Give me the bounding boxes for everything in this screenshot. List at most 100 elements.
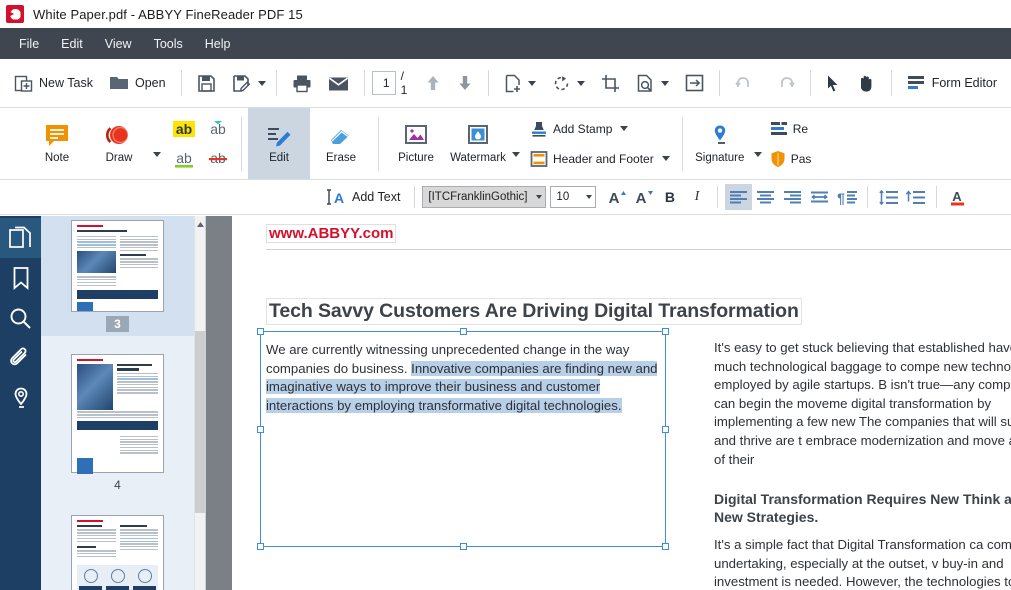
resize-handle-w[interactable]	[257, 426, 264, 433]
header-and-footer-icon	[530, 150, 548, 168]
ribbon-signature-dropdown[interactable]	[751, 108, 762, 179]
ribbon-watermark-dropdown[interactable]	[509, 108, 520, 179]
ribbon-textcolor-button[interactable]: ab	[202, 115, 234, 143]
split-document-button[interactable]	[677, 66, 712, 100]
ribbon-password-button[interactable]: Pas	[764, 146, 818, 172]
ribbon-draw-dropdown[interactable]	[150, 108, 161, 179]
menu-edit[interactable]: Edit	[50, 33, 94, 55]
font-size-select[interactable]: 10	[550, 186, 596, 208]
ribbon-add-stamp-button[interactable]: Add Stamp	[524, 116, 676, 142]
rail-item-attachments[interactable]	[0, 338, 41, 378]
thumb-accent	[77, 225, 103, 227]
pages-scrollbar-thumb[interactable]	[195, 331, 206, 513]
bold-button[interactable]: B	[656, 184, 683, 210]
scroll-up-icon[interactable]	[195, 216, 206, 232]
rotate-dropdown-caret-icon[interactable]	[577, 81, 585, 86]
document-left-paragraph[interactable]: We are currently witnessing unprecedente…	[266, 339, 664, 415]
resize-handle-s[interactable]	[460, 543, 467, 550]
align-center-button[interactable]	[752, 184, 779, 210]
resize-handle-se[interactable]	[662, 543, 669, 550]
select-tool-button[interactable]	[818, 66, 849, 100]
undo-button[interactable]	[727, 66, 765, 100]
open-button[interactable]: Open	[101, 66, 174, 100]
add-pages-dropdown-caret-icon[interactable]	[528, 81, 536, 86]
ribbon-draw-button[interactable]: Draw	[88, 123, 150, 164]
right-paragraph-2[interactable]: It's a simple fact that Digital Transfor…	[714, 536, 1011, 590]
chevron-down-icon[interactable]	[620, 126, 628, 131]
ribbon-signature-button[interactable]: Signature	[689, 123, 751, 164]
ribbon-header-footer-button[interactable]: Header and Footer	[524, 146, 676, 172]
thumbnail-item[interactable]: 3	[41, 216, 194, 336]
document-heading[interactable]: Tech Savvy Customers Are Driving Digital…	[266, 298, 802, 325]
resize-handle-e[interactable]	[662, 426, 669, 433]
hand-icon	[857, 74, 876, 93]
line-spacing-button[interactable]	[875, 184, 902, 210]
recognize-dropdown-caret-icon[interactable]	[661, 81, 669, 86]
ribbon-note-button[interactable]: Note	[26, 108, 88, 179]
pdf-page[interactable]: www.ABBYY.com Tech Savvy Customers Are D…	[232, 216, 1011, 590]
chevron-down-icon[interactable]	[153, 152, 161, 157]
paragraph-spacing-button[interactable]	[902, 184, 929, 210]
ribbon-erase-button[interactable]: Erase	[310, 108, 372, 179]
new-task-button[interactable]: New Task	[6, 66, 101, 100]
ribbon-watermark-button[interactable]: Watermark	[447, 123, 509, 164]
increase-font-size-button[interactable]: A	[602, 184, 629, 210]
resize-handle-sw[interactable]	[257, 543, 264, 550]
increase-font-size-icon: A	[606, 188, 626, 206]
decrease-font-size-button[interactable]: A	[629, 184, 656, 210]
pages-scrollbar[interactable]	[194, 216, 205, 590]
menu-file[interactable]: File	[8, 33, 50, 55]
chevron-down-icon[interactable]	[512, 152, 520, 157]
italic-button[interactable]: I	[683, 184, 710, 210]
next-page-button[interactable]	[449, 66, 481, 100]
rail-item-signatures[interactable]	[0, 378, 41, 418]
save-as-dropdown-caret-icon[interactable]	[258, 81, 266, 86]
save-button[interactable]	[189, 66, 224, 100]
font-color-button[interactable]: A	[944, 184, 971, 210]
resize-handle-nw[interactable]	[257, 328, 264, 335]
form-editor-button[interactable]: Form Editor	[899, 66, 1005, 100]
thumbnail-list[interactable]: 3	[41, 216, 194, 590]
ribbon-redact-button[interactable]: Re	[764, 116, 818, 142]
recognize-button[interactable]	[628, 66, 658, 100]
ribbon-highlight-button[interactable]: ab	[168, 115, 200, 143]
italic-label: I	[695, 189, 700, 205]
new-task-label: New Task	[39, 76, 93, 90]
right-paragraph-1[interactable]: It's easy to get stuck believing that es…	[714, 339, 1011, 469]
add-pages-button[interactable]	[496, 66, 525, 100]
save-as-button[interactable]	[224, 66, 255, 100]
menu-help[interactable]: Help	[194, 33, 242, 55]
align-left-button[interactable]	[725, 184, 752, 210]
menu-view[interactable]: View	[94, 33, 143, 55]
ribbon-strikethrough-button[interactable]: ab	[202, 145, 234, 173]
crop-button[interactable]	[593, 66, 628, 100]
rail-item-pages[interactable]	[0, 218, 41, 258]
previous-page-button[interactable]	[417, 66, 449, 100]
right-subheading[interactable]: Digital Transformation Requires New Thin…	[714, 490, 1011, 526]
document-viewer[interactable]: www.ABBYY.com Tech Savvy Customers Are D…	[206, 216, 1011, 590]
resize-handle-ne[interactable]	[662, 328, 669, 335]
page-number-input[interactable]: 1	[372, 71, 396, 95]
email-button[interactable]	[320, 66, 357, 100]
print-button[interactable]	[284, 66, 320, 100]
paragraph-mark-button[interactable]: ¶	[833, 184, 860, 210]
ribbon-edit-button[interactable]: Edit	[248, 108, 310, 179]
menu-tools[interactable]: Tools	[143, 33, 194, 55]
rotate-button[interactable]	[544, 66, 574, 100]
ribbon-underline-button[interactable]: ab	[168, 145, 200, 173]
align-right-button[interactable]	[779, 184, 806, 210]
chevron-down-icon[interactable]	[754, 152, 762, 157]
document-url-text[interactable]: www.ABBYY.com	[266, 224, 396, 243]
thumbnail-item[interactable]	[41, 507, 194, 590]
resize-handle-n[interactable]	[460, 328, 467, 335]
ribbon-picture-button[interactable]: Picture	[385, 108, 447, 179]
align-justify-button[interactable]	[806, 184, 833, 210]
add-text-button[interactable]: A Add Text	[318, 185, 407, 209]
chevron-down-icon[interactable]	[662, 156, 670, 161]
hand-tool-button[interactable]	[849, 66, 884, 100]
thumbnail-item[interactable]: 4	[41, 346, 194, 497]
font-family-select[interactable]: [ITCFranklinGothic]	[422, 186, 546, 208]
rail-item-bookmarks[interactable]	[0, 258, 41, 298]
redo-button[interactable]	[765, 66, 803, 100]
rail-item-search[interactable]	[0, 298, 41, 338]
